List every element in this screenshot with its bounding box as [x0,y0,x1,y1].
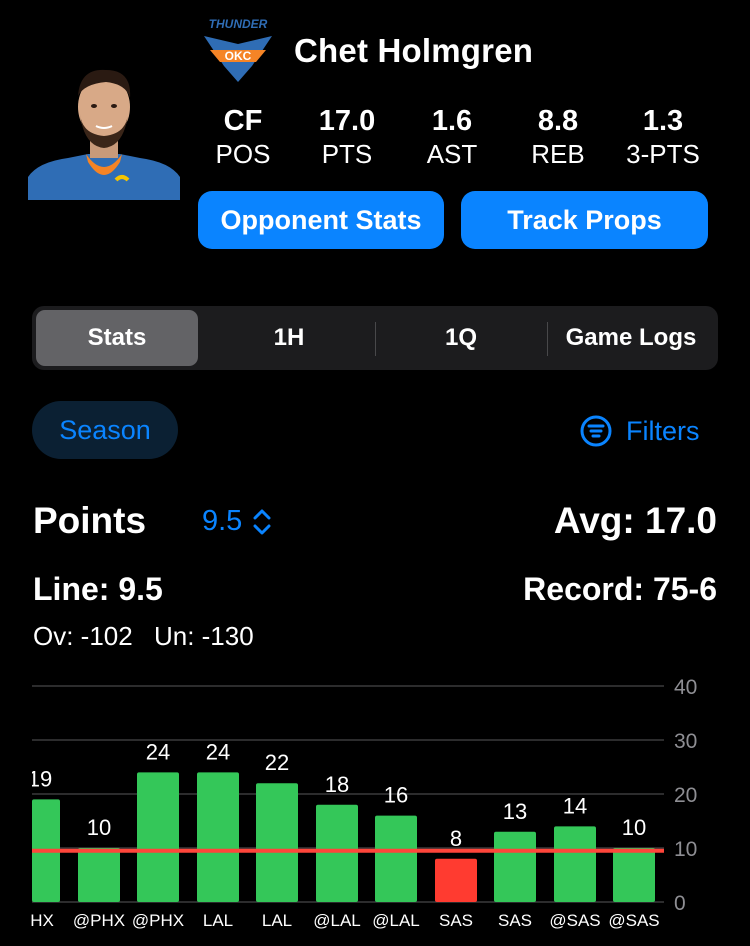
stat-label: POS [215,139,271,169]
y-tick-label: 30 [674,730,697,753]
stat-value: 1.3 [642,105,684,137]
line-selector[interactable]: 9.5 [202,505,274,538]
left-mask [0,672,32,912]
bar-value-label: 16 [384,783,408,808]
x-category-label: LAL [203,911,233,930]
line-selector-value: 9.5 [202,505,243,537]
x-category-label: LAL [262,911,292,930]
y-tick-label: 40 [674,676,697,699]
bar-value-label: 13 [503,799,527,824]
bar-value-label: 18 [325,772,349,797]
bar-value-label: 10 [87,815,111,840]
line-value: Line: 9.5 [33,571,163,607]
y-tick-label: 10 [674,838,697,861]
chevron-up-down-icon [253,509,271,534]
team-logo-wordmark: THUNDER [209,17,268,31]
stat-value: 17.0 [318,105,376,137]
stat-value: 1.6 [431,105,473,137]
team-logo-abbr: OKC [225,49,252,63]
bar-value-label: 24 [206,739,230,764]
player-photo [28,62,180,200]
opponent-stats-button[interactable]: Opponent Stats [198,191,444,249]
filter-circle-icon [580,415,612,447]
points-bar-chart: 01020304019HX10@PHX24@PHX24LAL22LAL18@LA… [0,672,697,930]
tab-1q[interactable]: 1Q [376,310,546,366]
bar-value-label: 14 [563,793,587,818]
x-category-label: SAS [439,911,473,930]
bar [256,783,298,902]
tab-game-logs[interactable]: Game Logs [548,310,714,366]
x-category-label: HX [30,911,54,930]
player-name: Chet Holmgren [294,32,534,69]
x-category-label: @LAL [313,911,361,930]
record-value: Record: 75-6 [523,571,717,607]
bar [78,848,120,902]
bar [197,772,239,902]
y-tick-label: 0 [674,892,686,915]
bar-value-label: 24 [146,739,170,764]
stats-tabs: Stats 1H 1Q Game Logs [32,306,718,370]
stat-label: REB [531,139,585,169]
stat-pts: 17.0 PTS [292,104,402,170]
bar [375,815,417,902]
stat-label: PTS [321,139,373,169]
tab-1h[interactable]: 1H [204,310,374,366]
y-tick-label: 20 [674,784,697,807]
odds-row: Ov: -102 Un: -130 [33,621,268,652]
stat-pos: CF POS [188,104,298,170]
over-odds: Ov: -102 [33,621,133,651]
x-category-label: @PHX [132,911,184,930]
tab-stats[interactable]: Stats [36,310,198,366]
bar [435,858,477,902]
stat-value: 8.8 [537,105,579,137]
stat-label: 3-PTS [626,139,700,169]
bar-value-label: 10 [622,815,646,840]
stat-3pts: 1.3 3-PTS [608,104,718,170]
bar-value-label: 22 [265,750,289,775]
team-logo: THUNDER OKC [196,14,280,84]
season-filter-pill[interactable]: Season [32,401,178,459]
x-category-label: @SAS [549,911,600,930]
average-value: Avg: 17.0 [553,500,717,541]
filters-label: Filters [626,415,700,446]
x-category-label: @PHX [73,911,125,930]
prop-title: Points [33,500,147,541]
x-category-label: @SAS [608,911,659,930]
filters-button[interactable]: Filters [580,412,700,450]
bar [137,772,179,902]
x-category-label: SAS [498,911,532,930]
under-odds: Un: -130 [153,621,254,651]
bar [316,804,358,902]
bar [494,831,536,902]
stat-label: AST [426,139,478,169]
bar-value-label: 8 [450,826,462,851]
bar [554,826,596,902]
stat-ast: 1.6 AST [397,104,507,170]
x-category-label: @LAL [372,911,420,930]
stat-value: CF [223,105,263,137]
track-props-button[interactable]: Track Props [461,191,708,249]
stat-reb: 8.8 REB [503,104,613,170]
bar [613,848,655,902]
